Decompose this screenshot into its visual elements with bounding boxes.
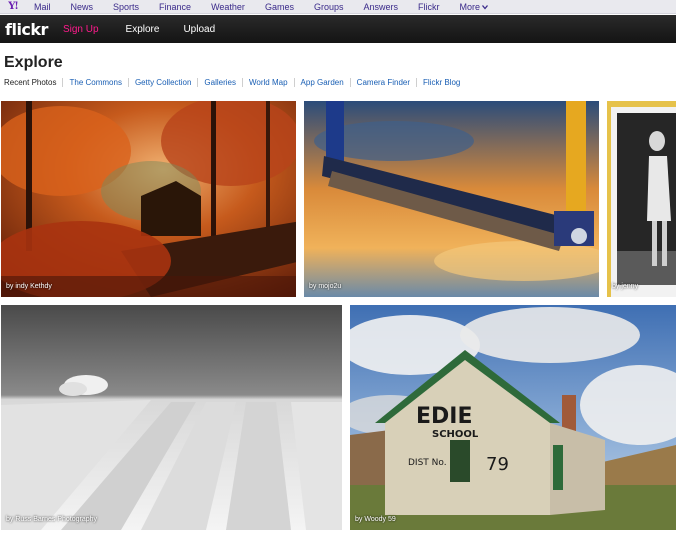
page-title: Explore: [4, 54, 63, 71]
photo-edie-school[interactable]: EDIE SCHOOL DIST No. 79 by Woody 59: [350, 305, 676, 530]
tab-galleries[interactable]: Galleries: [197, 77, 242, 87]
photo-swing-ride[interactable]: by mojo2u: [304, 101, 599, 297]
photo-credit[interactable]: by mojo2u: [309, 283, 341, 290]
tab-camera-finder[interactable]: Camera Finder: [349, 77, 416, 87]
yahoo-nav-flickr[interactable]: Flickr: [418, 2, 440, 12]
tab-getty-collection[interactable]: Getty Collection: [127, 77, 197, 87]
edie-school-image: EDIE SCHOOL DIST No. 79: [350, 305, 676, 530]
explore-link[interactable]: Explore: [126, 24, 160, 35]
yahoo-nav-weather[interactable]: Weather: [211, 2, 245, 12]
tab-app-garden[interactable]: App Garden: [293, 77, 350, 87]
photo-autumn-forest[interactable]: by indy Kethdy: [1, 101, 296, 297]
photo-credit[interactable]: by Russ Barnes Photography: [6, 516, 97, 523]
photo-credit[interactable]: by jenny: [612, 283, 638, 290]
flickr-header: flickr Sign Up Explore Upload: [0, 15, 676, 43]
photo-snowy-field[interactable]: by Russ Barnes Photography: [1, 305, 342, 530]
edie-school-sign-dist: DIST No.: [408, 458, 447, 468]
yahoo-nav-games[interactable]: Games: [265, 2, 294, 12]
photo-credit[interactable]: by Woody 59: [355, 516, 396, 523]
yahoo-nav-mail[interactable]: Mail: [34, 2, 51, 12]
edie-school-sign-school: SCHOOL: [432, 429, 479, 440]
tab-recent-photos: Recent Photos: [4, 77, 57, 87]
yahoo-nav-answers[interactable]: Answers: [363, 2, 398, 12]
yahoo-nav-news[interactable]: News: [71, 2, 94, 12]
yahoo-logo-icon[interactable]: Y!: [2, 0, 24, 14]
woman-portrait-image: [607, 101, 676, 297]
yahoo-nav-more[interactable]: More: [459, 2, 488, 12]
tab-the-commons[interactable]: The Commons: [62, 77, 127, 87]
upload-link[interactable]: Upload: [183, 24, 215, 35]
yahoo-nav-groups[interactable]: Groups: [314, 2, 344, 12]
tab-world-map[interactable]: World Map: [242, 77, 294, 87]
snowy-field-image: [1, 305, 342, 530]
tab-flickr-blog[interactable]: Flickr Blog: [416, 77, 466, 87]
yahoo-nav-sports[interactable]: Sports: [113, 2, 139, 12]
swing-ride-image: [304, 101, 599, 297]
photo-woman-portrait[interactable]: by jenny: [607, 101, 676, 297]
autumn-forest-image: [1, 101, 296, 297]
photo-credit[interactable]: by indy Kethdy: [6, 283, 52, 290]
yahoo-nav-more-label: More: [459, 1, 480, 12]
edie-school-sign-edie: EDIE: [416, 404, 473, 429]
chevron-down-icon: [482, 4, 488, 10]
yahoo-nav-finance[interactable]: Finance: [159, 2, 191, 12]
yahoo-top-bar: Y! Mail News Sports Finance Weather Game…: [0, 0, 676, 14]
flickr-logo[interactable]: flickr: [5, 20, 48, 39]
explore-subnav: Recent Photos The Commons Getty Collecti…: [4, 76, 466, 88]
edie-school-sign-number: 79: [486, 454, 509, 475]
signup-link[interactable]: Sign Up: [63, 24, 99, 35]
